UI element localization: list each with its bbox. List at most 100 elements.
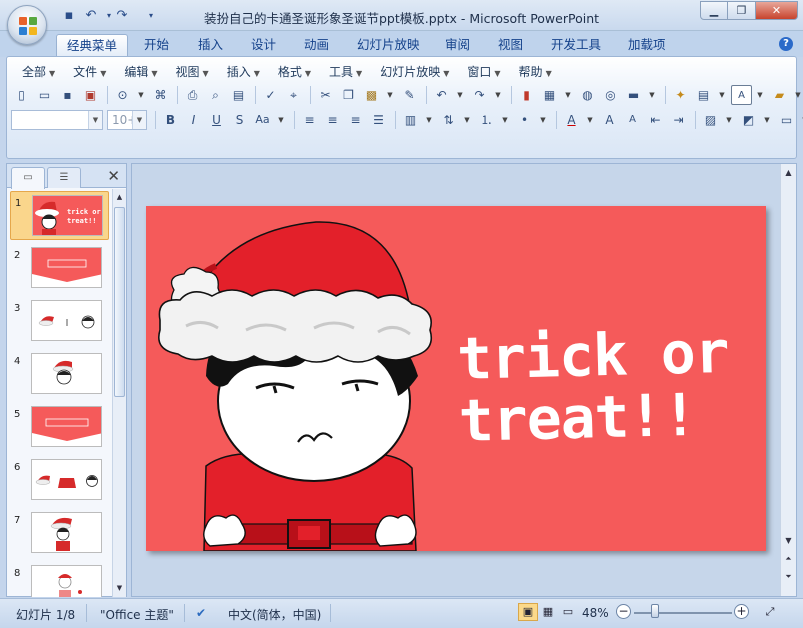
chevron-down-icon[interactable]: ▼ [723, 110, 735, 130]
bold-icon[interactable]: B [160, 110, 181, 130]
copy-icon[interactable]: ❐ [338, 85, 359, 105]
shrink-font-icon[interactable]: A [622, 110, 643, 130]
save-icon[interactable]: ▪ [57, 85, 78, 105]
zoom-in-icon[interactable]: + [734, 604, 749, 619]
shapes-icon[interactable]: ◩ [738, 110, 759, 130]
slide-scrollbar[interactable]: ▲ ▼ ⏶ ⏷ [780, 164, 796, 596]
slide-thumb-5[interactable]: 5 [10, 403, 109, 452]
cut-icon[interactable]: ✂ [315, 85, 336, 105]
change-case-icon[interactable]: Aa [252, 110, 273, 130]
chevron-down-icon[interactable]: ▼ [646, 85, 658, 105]
slide-thumb-3[interactable]: 3 [10, 297, 109, 346]
numbering-icon[interactable]: ⒈ [476, 110, 497, 130]
slide-sorter-view-button[interactable]: ▦ [538, 603, 558, 621]
minimize-button[interactable]: ▁ [700, 1, 728, 20]
bullets-icon[interactable]: • [514, 110, 535, 130]
menu-view[interactable]: 视图 ▼ [167, 62, 218, 82]
new-slide-icon[interactable]: ✦ [670, 85, 691, 105]
restore-button[interactable]: ❐ [728, 1, 756, 20]
grow-font-icon[interactable]: A [599, 110, 620, 130]
tab-view[interactable]: 视图 [488, 34, 533, 57]
align-right-icon[interactable]: ≡ [345, 110, 366, 130]
chevron-down-icon[interactable]: ▼ [454, 85, 466, 105]
zoom-out-icon[interactable]: − [616, 604, 631, 619]
spelling-icon[interactable]: ✓ [260, 85, 281, 105]
chevron-down-icon[interactable]: ▼ [716, 85, 728, 105]
menu-all[interactable]: 全部 ▼ [13, 62, 64, 82]
font-name-combo[interactable]: ▼ [11, 110, 103, 130]
quick-print-icon[interactable]: ▤ [228, 85, 249, 105]
menu-slideshow[interactable]: 幻灯片放映 ▼ [371, 62, 458, 82]
clipart-icon[interactable]: ◍ [577, 85, 598, 105]
scroll-up-icon[interactable]: ▲ [114, 191, 125, 204]
help-icon[interactable]: ? [779, 37, 793, 51]
save-as-icon[interactable]: ▣ [80, 85, 101, 105]
chevron-down-icon[interactable]: ▼ [384, 85, 396, 105]
chevron-down-icon[interactable]: ▼ [537, 110, 549, 130]
menu-tools[interactable]: 工具 ▼ [320, 62, 371, 82]
print-icon[interactable]: ⎙ [182, 85, 203, 105]
italic-icon[interactable]: I [183, 110, 204, 130]
folder-icon[interactable]: ▰ [769, 85, 790, 105]
chart-icon[interactable]: ▮ [516, 85, 537, 105]
slide-thumb-1[interactable]: 1 trick or treat!! [10, 191, 109, 240]
justify-icon[interactable]: ☰ [368, 110, 389, 130]
slide-headline[interactable]: trick or treat!! [456, 318, 759, 455]
increase-indent-icon[interactable]: ⇥ [668, 110, 689, 130]
attach-icon[interactable]: ⌘ [150, 85, 171, 105]
tab-outline[interactable]: ☰ [47, 167, 81, 188]
next-slide-icon[interactable]: ⏷ [782, 570, 795, 584]
language-status[interactable]: 中文(简体，中国) [228, 606, 321, 623]
text-direction-icon[interactable]: ⇅ [438, 110, 459, 130]
chevron-down-icon[interactable]: ▼ [562, 85, 574, 105]
print-preview-icon[interactable]: ⌕ [205, 85, 226, 105]
layout-icon[interactable]: ▤ [693, 85, 714, 105]
redo-icon[interactable]: ↷ [469, 85, 490, 105]
scrollbar-thumb[interactable] [114, 207, 125, 397]
menu-edit[interactable]: 编辑 ▼ [115, 62, 166, 82]
chevron-down-icon[interactable]: ▼ [492, 85, 504, 105]
scroll-up-icon[interactable]: ▲ [782, 166, 795, 180]
slide-thumb-8[interactable]: 8 [10, 562, 109, 597]
menu-file[interactable]: 文件 ▼ [64, 62, 115, 82]
table-icon[interactable]: ▦ [539, 85, 560, 105]
chevron-down-icon[interactable]: ▼ [799, 110, 803, 130]
line-color-icon[interactable]: ▬ [623, 85, 644, 105]
menu-format[interactable]: 格式 ▼ [269, 62, 320, 82]
text-box-icon[interactable]: A [731, 85, 752, 105]
scroll-down-icon[interactable]: ▼ [782, 534, 795, 548]
font-size-combo[interactable]: 10+ ▼ [107, 110, 147, 130]
fit-to-window-icon[interactable]: ⤢ [760, 603, 780, 621]
slide-thumb-4[interactable]: 4 [10, 350, 109, 399]
chevron-down-icon[interactable]: ▼ [461, 110, 473, 130]
paste-icon[interactable]: ▩ [361, 85, 382, 105]
zoom-level[interactable]: 48% [582, 606, 609, 620]
tab-home[interactable]: 开始 [134, 34, 179, 57]
tab-review[interactable]: 审阅 [435, 34, 480, 57]
menu-insert[interactable]: 插入 ▼ [218, 62, 269, 82]
chevron-down-icon[interactable]: ▼ [754, 85, 766, 105]
decrease-indent-icon[interactable]: ⇤ [645, 110, 666, 130]
tab-developer[interactable]: 开发工具 [541, 34, 611, 57]
previous-slide-icon[interactable]: ⏶ [782, 552, 795, 566]
slide-thumb-7[interactable]: 7 [10, 509, 109, 558]
menu-help[interactable]: 帮助 ▼ [510, 62, 561, 82]
columns-icon[interactable]: ▥ [400, 110, 421, 130]
chevron-down-icon[interactable]: ▼ [584, 110, 596, 130]
spell-check-icon[interactable]: ✔ [196, 606, 206, 620]
align-center-icon[interactable]: ≡ [322, 110, 343, 130]
zoom-slider-track[interactable] [634, 612, 732, 614]
slide-canvas[interactable]: trick or treat!! [146, 206, 766, 551]
slide-thumb-2[interactable]: 2 [10, 244, 109, 293]
tab-insert[interactable]: 插入 [188, 34, 233, 57]
format-painter-icon[interactable]: ✎ [399, 85, 420, 105]
tab-slides[interactable]: ▭ [11, 167, 45, 189]
tab-slideshow[interactable]: 幻灯片放映 [347, 34, 430, 57]
normal-view-button[interactable]: ▣ [518, 603, 538, 621]
chevron-down-icon[interactable]: ▼ [499, 110, 511, 130]
slideshow-view-button[interactable]: ▭ [558, 603, 578, 621]
quick-styles-icon[interactable]: ▭ [776, 110, 797, 130]
office-button[interactable] [7, 5, 47, 45]
close-icon[interactable]: ✕ [107, 167, 120, 185]
tab-classic-menu[interactable]: 经典菜单 [56, 34, 129, 57]
